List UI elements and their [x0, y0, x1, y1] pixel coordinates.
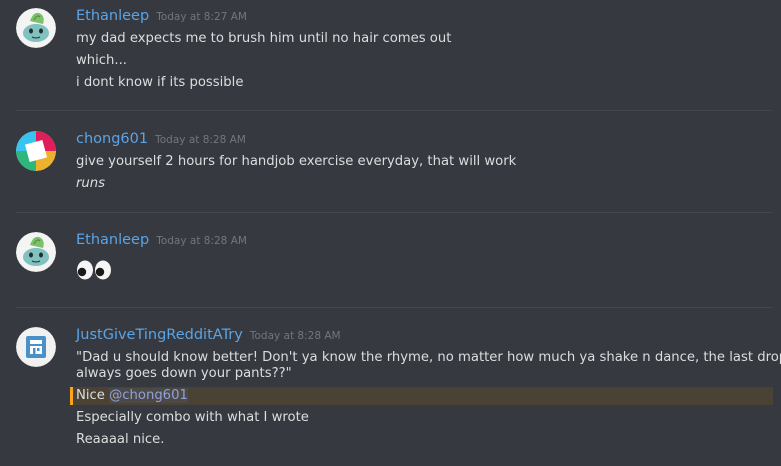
- message-divider: [16, 212, 773, 213]
- message-header: chong601 Today at 8:28 AM: [76, 131, 246, 147]
- bulbasaur-avatar-icon: [16, 8, 56, 48]
- username[interactable]: Ethanleep: [76, 232, 149, 248]
- timestamp: Today at 8:28 AM: [249, 330, 341, 342]
- message-text: Especially combo with what I wrote: [76, 410, 309, 425]
- message-divider: [16, 110, 773, 111]
- message-text: i dont know if its possible: [76, 75, 244, 90]
- timestamp: Today at 8:28 AM: [155, 134, 246, 146]
- avatar[interactable]: [16, 8, 56, 48]
- message-header: JustGiveTingRedditATry Today at 8:28 AM: [76, 327, 341, 343]
- message-divider: [16, 307, 773, 308]
- timestamp: Today at 8:28 AM: [156, 235, 247, 247]
- chat-messages: Ethanleep Today at 8:27 AM my dad expect…: [0, 0, 781, 466]
- building-avatar-icon: [16, 327, 56, 367]
- avatar[interactable]: [16, 232, 56, 272]
- timestamp: Today at 8:27 AM: [156, 11, 247, 23]
- message-text-mention: Nice @chong601: [76, 387, 188, 405]
- message-header: Ethanleep Today at 8:27 AM: [76, 8, 247, 24]
- user-mention[interactable]: @chong601: [109, 388, 188, 403]
- message-text: my dad expects me to brush him until no …: [76, 31, 452, 46]
- eyes-icon: [77, 260, 111, 280]
- username[interactable]: Ethanleep: [76, 8, 149, 24]
- username[interactable]: chong601: [76, 131, 148, 147]
- username[interactable]: JustGiveTingRedditATry: [76, 327, 243, 343]
- message-text: which...: [76, 53, 127, 68]
- avatar[interactable]: [16, 131, 56, 171]
- message-header: Ethanleep Today at 8:28 AM: [76, 232, 247, 248]
- slack-logo-avatar-icon: [16, 131, 56, 171]
- message-text: give yourself 2 hours for handjob exerci…: [76, 154, 517, 169]
- message-text: always goes down your pants??": [76, 366, 292, 381]
- message-text-italic: runs: [76, 176, 106, 191]
- avatar[interactable]: [16, 327, 56, 367]
- bulbasaur-avatar-icon: [16, 232, 56, 272]
- eyes-emoji[interactable]: [76, 260, 112, 280]
- message-text: Reaaaal nice.: [76, 432, 165, 447]
- mention-prefix: Nice: [76, 388, 110, 403]
